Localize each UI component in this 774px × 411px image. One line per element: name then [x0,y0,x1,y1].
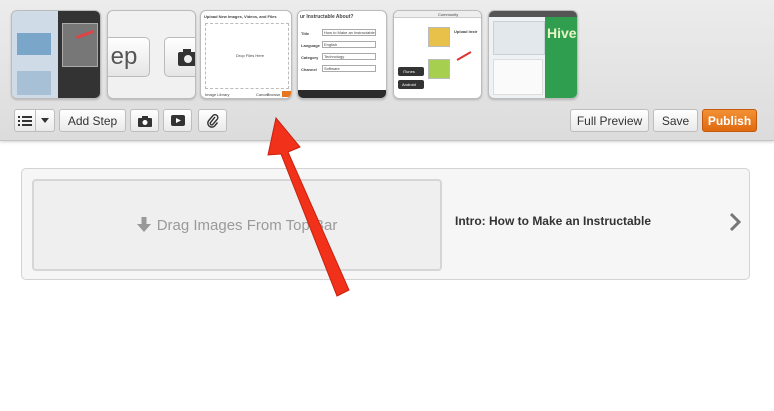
thumb5-itunes: iTunes [403,69,415,74]
list-view-button[interactable] [14,109,36,132]
thumb4-title: ur Instructable About? [300,14,354,20]
camera-icon [178,49,195,66]
top-bar: ep Upload New Images, Videos, and Files … [0,0,774,141]
thumbnail-1[interactable] [11,10,101,99]
thumb3-browse: Browse [267,92,281,97]
thumb4-row-value: English [322,41,376,48]
thumb3-upload: Image Library [205,92,230,97]
chevron-right-icon[interactable] [729,212,741,232]
list-icon [18,115,32,126]
list-dropdown-button[interactable] [35,109,55,132]
thumb2-step-text: ep [108,37,150,77]
thumbnail-4[interactable]: ur Instructable About? Title How to Make… [297,10,387,99]
thumbnail-5[interactable]: Community Upload Instr iTunes Android [393,10,482,99]
video-icon [170,115,185,126]
thumb4-row-value: How to Make an Instructable [322,29,376,36]
publish-button[interactable]: Publish [702,109,757,132]
full-preview-button[interactable]: Full Preview [570,109,649,132]
download-arrow-icon [136,217,151,232]
paperclip-icon [206,113,219,128]
thumb4-row-label: Language [301,43,320,48]
dropzone-label: Drag Images From Top Bar [156,216,338,234]
thumbnail-6[interactable]: Hive [488,10,578,99]
add-photo-button[interactable] [130,109,159,132]
thumb2-camera [164,37,195,77]
thumb4-row-label: Title [301,31,310,36]
thumb3-drop-text: Drop Files Here [236,53,265,58]
caret-down-icon [41,118,49,123]
save-button[interactable]: Save [653,109,698,132]
thumb5-android: Android [402,82,416,87]
thumb4-row-value: Technology [322,53,376,60]
thumbnail-2[interactable]: ep [107,10,196,99]
thumb5-nav: Community [438,12,459,17]
thumb5-upload-label: Upload Instr [454,29,478,34]
add-video-button[interactable] [163,109,192,132]
thumb4-row-value: Software [322,65,376,72]
add-step-button[interactable]: Add Step [59,109,126,132]
image-dropzone[interactable]: Drag Images From Top Bar [32,179,442,271]
step-card[interactable]: Drag Images From Top Bar Intro: How to M… [21,168,750,280]
thumb3-title: Upload New Images, Videos, and Files [204,14,277,19]
thumbnail-3[interactable]: Upload New Images, Videos, and Files Dro… [200,10,292,99]
thumb4-row-label: Channel [301,67,317,72]
thumb6-brand: Hive [547,25,577,41]
attach-file-button[interactable] [198,109,227,132]
camera-icon [137,115,152,127]
step-title[interactable]: Intro: How to Make an Instructable [455,214,651,228]
thumb4-row-label: Category [301,55,319,60]
